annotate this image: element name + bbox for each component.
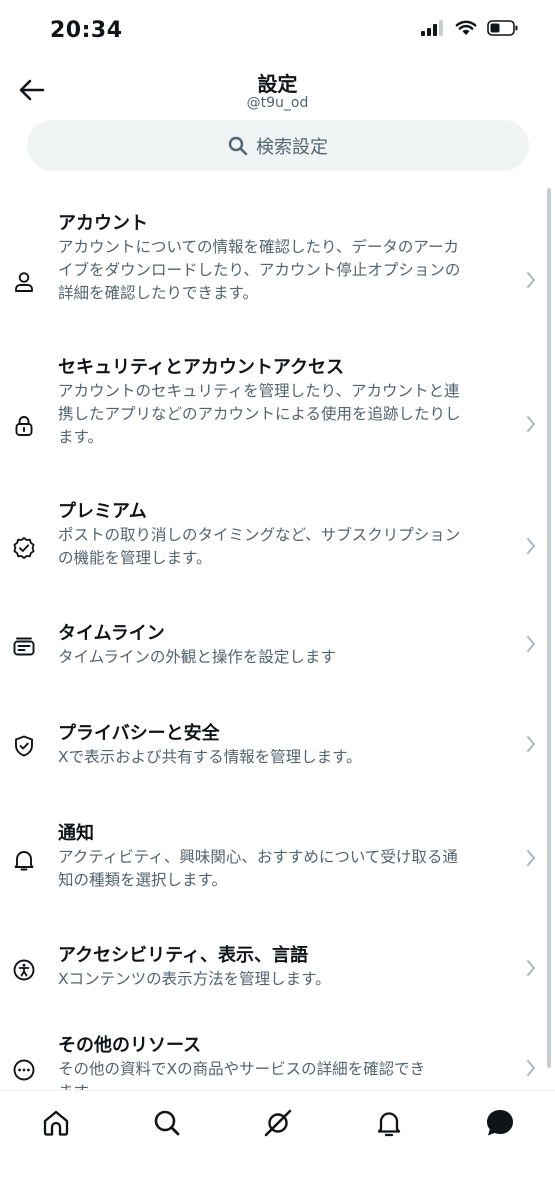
settings-item-desc-line: ます。 [58, 1081, 509, 1090]
settings-item-desc-line: 携したアプリなどのアカウントによる使用を追跡したりし [58, 405, 461, 423]
status-time: 20:34 [50, 18, 123, 43]
settings-item-notifications[interactable]: 通知 アクティビティ、興味関心、おすすめについて受け取る通 知の種類を選択します… [0, 822, 555, 898]
home-icon [41, 1108, 71, 1138]
search-settings-input[interactable]: 検索設定 [27, 120, 529, 171]
bell-icon [10, 846, 38, 874]
settings-item-privacy[interactable]: プライバシーと安全 Xで表示および共有する情報を管理します。 [0, 722, 555, 772]
settings-item-text: タイムライン タイムラインの外観と操作を設定します [58, 622, 509, 669]
header: 設定 @t9u_od [0, 62, 555, 116]
settings-item-desc-line: その他の資料でXの商品やサービスの詳細を確認でき [58, 1060, 426, 1078]
verified-badge-icon [10, 534, 38, 562]
settings-item-accessibility[interactable]: アクセシビリティ、表示、言語 Xコンテンツの表示方法を管理します。 [0, 944, 555, 994]
settings-screen: 20:34 設定 @t9u_od 検索設定 アカウント アカウントについての情報… [0, 0, 555, 1200]
settings-item-text: その他のリソース その他の資料でXの商品やサービスの詳細を確認でき ます。 [58, 1034, 509, 1090]
bottom-nav [0, 1090, 555, 1200]
settings-item-desc-line: ます。 [58, 428, 103, 446]
signal-icon [421, 20, 445, 36]
chevron-right-icon [525, 848, 537, 868]
user-handle: @t9u_od [246, 95, 309, 111]
grok-icon [263, 1108, 293, 1138]
accessibility-icon [10, 956, 38, 984]
settings-item-security[interactable]: セキュリティとアカウントアクセス アカウントのセキュリティを管理したり、アカウン… [0, 356, 555, 456]
nav-search-button[interactable] [151, 1107, 183, 1139]
notifications-bell-icon [374, 1108, 404, 1138]
settings-item-title: プライバシーと安全 [58, 723, 220, 744]
nav-grok-button[interactable] [262, 1107, 294, 1139]
settings-item-desc-line: Xコンテンツの表示方法を管理します。 [58, 970, 331, 988]
settings-item-desc-line: ポストの取り消しのタイミングなど、サブスクリプション [58, 526, 461, 544]
more-circle-icon [10, 1056, 38, 1084]
nav-notifications-button[interactable] [373, 1107, 405, 1139]
settings-item-text: アカウント アカウントについての情報を確認したり、データのアーカ イブをダウンロ… [58, 212, 509, 305]
chevron-right-icon [525, 634, 537, 654]
settings-item-desc-line: の機能を管理します。 [58, 549, 212, 567]
settings-item-desc-line: アクティビティ、興味関心、おすすめについて受け取る通 [58, 848, 458, 866]
settings-item-desc-line: タイムラインの外観と操作を設定します [58, 648, 336, 666]
settings-item-desc-line: 知の種類を選択します。 [58, 871, 227, 889]
settings-item-more-resources[interactable]: その他のリソース その他の資料でXの商品やサービスの詳細を確認でき ます。 [0, 1034, 555, 1090]
messages-icon [484, 1107, 516, 1139]
chevron-right-icon [525, 958, 537, 978]
settings-item-text: プライバシーと安全 Xで表示および共有する情報を管理します。 [58, 722, 509, 769]
status-icons [421, 20, 519, 36]
settings-item-title: 通知 [58, 823, 94, 844]
settings-item-desc-line: アカウントのセキュリティを管理したり、アカウントと連 [58, 382, 460, 400]
settings-item-desc-line: 詳細を確認したりできます。 [58, 284, 258, 302]
settings-item-title: その他のリソース [58, 1035, 202, 1056]
settings-item-title: タイムライン [58, 623, 165, 644]
nav-messages-button[interactable] [484, 1107, 516, 1139]
chevron-right-icon [525, 270, 537, 290]
settings-list[interactable]: アカウント アカウントについての情報を確認したり、データのアーカ イブをダウンロ… [0, 188, 555, 1090]
chevron-right-icon [525, 414, 537, 434]
person-icon [10, 268, 38, 296]
settings-item-title: アクセシビリティ、表示、言語 [58, 945, 309, 966]
settings-item-title: アカウント [58, 213, 148, 234]
settings-item-text: 通知 アクティビティ、興味関心、おすすめについて受け取る通 知の種類を選択します… [58, 822, 509, 892]
settings-item-text: プレミアム ポストの取り消しのタイミングなど、サブスクリプション の機能を管理し… [58, 500, 509, 570]
settings-item-account[interactable]: アカウント アカウントについての情報を確認したり、データのアーカ イブをダウンロ… [0, 212, 555, 312]
chevron-right-icon [525, 536, 537, 556]
status-bar: 20:34 [0, 0, 555, 62]
settings-item-text: セキュリティとアカウントアクセス アカウントのセキュリティを管理したり、アカウン… [58, 356, 509, 449]
battery-icon [487, 20, 519, 36]
nav-home-button[interactable] [40, 1107, 72, 1139]
page-title: 設定 [257, 72, 298, 96]
settings-item-title: セキュリティとアカウントアクセス [58, 357, 345, 378]
search-placeholder: 検索設定 [256, 136, 328, 158]
shield-icon [10, 732, 38, 760]
search-icon [228, 136, 248, 156]
settings-item-text: アクセシビリティ、表示、言語 Xコンテンツの表示方法を管理します。 [58, 944, 509, 991]
settings-item-premium[interactable]: プレミアム ポストの取り消しのタイミングなど、サブスクリプション の機能を管理し… [0, 500, 555, 576]
search-icon [152, 1108, 182, 1138]
timeline-card-icon [10, 632, 38, 660]
lock-icon [10, 412, 38, 440]
chevron-right-icon [525, 1058, 537, 1078]
settings-item-title: プレミアム [58, 501, 147, 522]
chevron-right-icon [525, 734, 537, 754]
settings-item-desc-line: Xで表示および共有する情報を管理します。 [58, 748, 362, 766]
wifi-icon [455, 20, 477, 36]
settings-item-desc-line: アカウントについての情報を確認したり、データのアーカ [58, 238, 459, 256]
settings-item-desc-line: イブをダウンロードしたり、アカウント停止オプションの [58, 261, 461, 279]
settings-item-timeline[interactable]: タイムライン タイムラインの外観と操作を設定します [0, 622, 555, 672]
